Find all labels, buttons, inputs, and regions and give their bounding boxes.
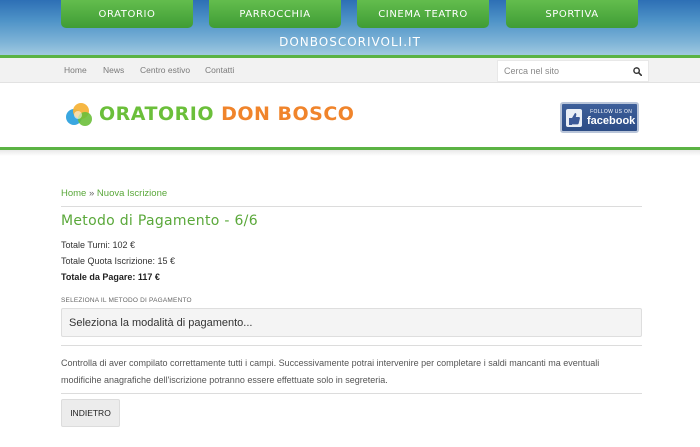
- notice-text: Controlla di aver compilato correttament…: [61, 355, 642, 389]
- site-logo[interactable]: ORATORIO DON BOSCO: [99, 103, 354, 125]
- tab-cinema-teatro[interactable]: CINEMA TEATRO: [357, 0, 489, 28]
- divider: [61, 345, 642, 346]
- payment-section-label: SELEZIONA IL METODO DI PAGAMENTO: [61, 297, 192, 304]
- search-icon[interactable]: [632, 66, 642, 76]
- summary-turni: Totale Turni: 102 €: [61, 240, 136, 250]
- notice-line-2: modificihe anagrafiche dell'iscrizione p…: [61, 375, 388, 385]
- payment-method-select[interactable]: Seleziona la modalità di pagamento...: [61, 308, 642, 337]
- divider: [61, 393, 642, 394]
- breadcrumb: Home » Nuova Iscrizione: [61, 188, 642, 199]
- breadcrumb-separator: »: [88, 188, 95, 199]
- nav-item-contatti[interactable]: Contatti: [205, 65, 234, 75]
- tab-sportiva[interactable]: SPORTIVA: [506, 0, 638, 28]
- breadcrumb-current[interactable]: Nuova Iscrizione: [97, 188, 167, 199]
- facebook-follow-button[interactable]: FOLLOW US ON facebook: [560, 102, 639, 133]
- back-button[interactable]: INDIETRO: [61, 399, 120, 427]
- search-box: [497, 60, 649, 82]
- nav-item-news[interactable]: News: [103, 65, 124, 75]
- nav-item-centro-estivo[interactable]: Centro estivo: [140, 65, 190, 75]
- page-title: Metodo di Pagamento - 6/6: [61, 213, 258, 229]
- site-url[interactable]: DONBOSCORIVOLI.IT: [0, 35, 700, 49]
- payment-method-select-value: Seleziona la modalità di pagamento...: [69, 316, 253, 329]
- nav-item-home[interactable]: Home: [64, 65, 87, 75]
- thumbs-up-icon: [565, 104, 583, 131]
- logo-word-oratorio: ORATORIO: [99, 103, 214, 125]
- divider: [61, 206, 642, 207]
- logo-emblem-icon[interactable]: [64, 100, 96, 130]
- tab-parrocchia[interactable]: PARROCCHIA: [209, 0, 341, 28]
- summary-totale: Totale da Pagare: 117 €: [61, 272, 160, 282]
- summary-quota: Totale Quota Iscrizione: 15 €: [61, 256, 176, 266]
- facebook-brand-label: facebook: [587, 114, 636, 127]
- tab-oratorio[interactable]: ORATORIO: [61, 0, 193, 28]
- divider-shadow: [0, 150, 700, 156]
- logo-word-don-bosco: DON BOSCO: [221, 103, 355, 125]
- notice-line-1: Controlla di aver compilato correttament…: [61, 358, 600, 368]
- search-input[interactable]: [504, 66, 632, 76]
- breadcrumb-home-link[interactable]: Home: [61, 188, 86, 199]
